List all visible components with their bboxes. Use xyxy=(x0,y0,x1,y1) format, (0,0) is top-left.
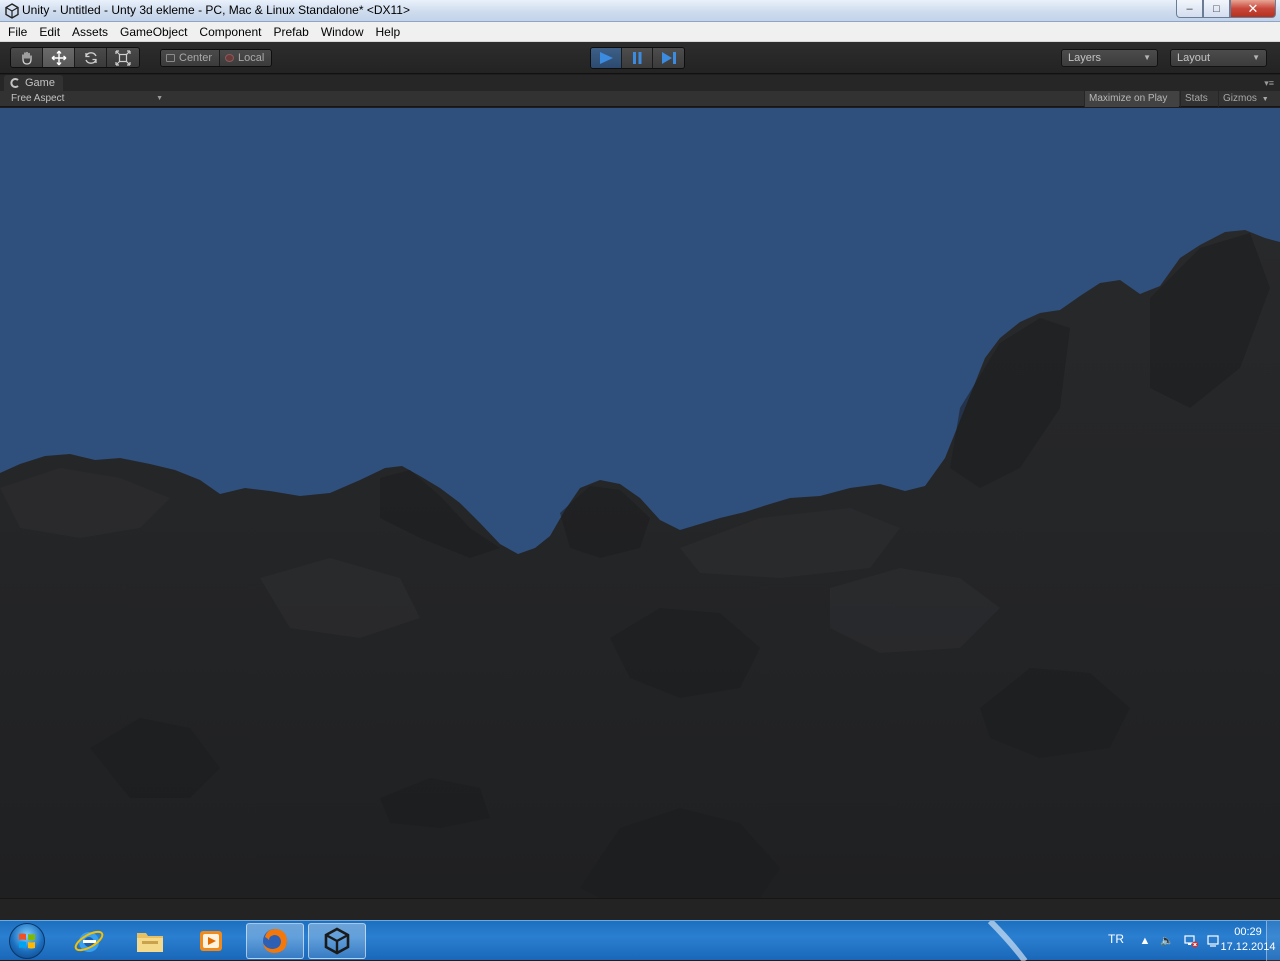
stats-toggle[interactable]: Stats xyxy=(1180,91,1217,107)
scale-icon xyxy=(115,49,131,66)
network-icon[interactable] xyxy=(1184,934,1198,948)
playmode-controls xyxy=(590,47,685,69)
transform-tools xyxy=(10,47,140,68)
step-button[interactable] xyxy=(653,48,684,68)
gizmos-dropdown[interactable]: Gizmos ▼ xyxy=(1218,91,1280,107)
menu-gameobject[interactable]: GameObject xyxy=(114,22,193,42)
aspect-dropdown[interactable]: Free Aspect ▼ xyxy=(8,91,165,107)
maximize-on-play-toggle[interactable]: Maximize on Play xyxy=(1084,91,1179,107)
space-local-toggle[interactable]: Local xyxy=(220,50,272,66)
taskbar-unity[interactable] xyxy=(308,923,366,959)
window-titlebar[interactable]: Unity - Untitled - Unty 3d ekleme - PC, … xyxy=(0,0,1280,22)
menu-help[interactable]: Help xyxy=(370,22,407,42)
main-toolbar: Center Local Layers ▼ Layout ▼ xyxy=(0,42,1280,74)
space-label: Local xyxy=(238,52,265,64)
pivot-icon xyxy=(166,54,175,62)
show-desktop-button[interactable] xyxy=(1266,921,1280,961)
menu-bar: File Edit Assets GameObject Component Pr… xyxy=(0,22,1280,42)
hand-icon xyxy=(21,51,32,65)
taskbar-internet-explorer[interactable] xyxy=(60,923,118,959)
windows-logo-icon xyxy=(19,933,35,949)
game-controller-icon xyxy=(10,78,19,88)
taskbar-media-player[interactable] xyxy=(182,923,240,959)
hand-tool-button[interactable] xyxy=(11,48,43,67)
chevron-down-icon: ▼ xyxy=(156,95,163,102)
tab-game-label: Game xyxy=(25,77,55,89)
local-space-icon xyxy=(225,54,235,62)
game-view-viewport[interactable] xyxy=(0,108,1280,898)
windows-taskbar: TR ▲ 🔈 00:29 17.12.2014 xyxy=(0,920,1280,961)
pause-button[interactable] xyxy=(622,48,653,68)
unity-icon xyxy=(324,927,350,955)
scale-tool-button[interactable] xyxy=(107,48,139,67)
move-tool-button[interactable] xyxy=(43,48,75,67)
close-button[interactable]: ✕ xyxy=(1230,0,1276,18)
menu-file[interactable]: File xyxy=(2,22,33,42)
menu-assets[interactable]: Assets xyxy=(66,22,114,42)
menu-component[interactable]: Component xyxy=(193,22,267,42)
gizmos-label: Gizmos xyxy=(1223,93,1257,104)
system-tray: TR ▲ 🔈 00:29 17.12.2014 xyxy=(987,921,1280,961)
firefox-icon xyxy=(263,929,287,953)
unity-app-icon xyxy=(5,3,19,19)
play-icon xyxy=(600,52,613,64)
start-button[interactable] xyxy=(4,922,50,960)
chevron-down-icon: ▼ xyxy=(1261,96,1269,103)
move-icon xyxy=(51,50,66,65)
pause-icon xyxy=(633,52,642,64)
tab-game[interactable]: Game xyxy=(4,75,63,91)
pivot-controls: Center Local xyxy=(160,49,273,67)
taskbar-file-explorer[interactable] xyxy=(121,923,179,959)
layers-dropdown[interactable]: Layers ▼ xyxy=(1061,49,1158,67)
language-indicator[interactable]: TR xyxy=(1108,932,1124,946)
internet-explorer-icon xyxy=(74,930,104,952)
show-hidden-icons-icon[interactable]: ▲ xyxy=(1138,934,1152,948)
window-title: Unity - Untitled - Unty 3d ekleme - PC, … xyxy=(22,3,410,17)
file-explorer-icon xyxy=(137,933,163,952)
panel-menu-icon[interactable]: ▾≡ xyxy=(1264,78,1274,89)
chevron-down-icon: ▼ xyxy=(1252,53,1260,62)
media-player-icon xyxy=(200,931,222,951)
minimize-button[interactable]: – xyxy=(1176,0,1203,18)
panel-tab-bar: Game ▾≡ xyxy=(0,75,1280,91)
layout-label: Layout xyxy=(1177,52,1211,64)
taskbar-firefox[interactable] xyxy=(246,923,304,959)
play-button[interactable] xyxy=(591,48,622,68)
window-controls: – □ ✕ xyxy=(1176,0,1276,19)
terrain-scene xyxy=(0,108,1280,898)
chevron-down-icon: ▼ xyxy=(1143,53,1151,62)
start-orb xyxy=(9,923,45,959)
status-strip xyxy=(0,898,1280,920)
game-view-toolbar: Free Aspect ▼ Maximize on Play Stats Giz… xyxy=(0,91,1280,107)
aspect-label: Free Aspect xyxy=(11,93,65,104)
menu-edit[interactable]: Edit xyxy=(33,22,66,42)
menu-window[interactable]: Window xyxy=(315,22,370,42)
rotate-icon xyxy=(84,51,97,64)
maximize-button[interactable]: □ xyxy=(1203,0,1230,18)
pivot-center-toggle[interactable]: Center xyxy=(161,50,221,66)
menu-prefab[interactable]: Prefab xyxy=(267,22,314,42)
rotate-tool-button[interactable] xyxy=(75,48,107,67)
pivot-label: Center xyxy=(179,52,213,64)
layers-label: Layers xyxy=(1068,52,1102,64)
layout-dropdown[interactable]: Layout ▼ xyxy=(1170,49,1267,67)
tray-highlight xyxy=(987,921,1028,961)
volume-icon[interactable]: 🔈 xyxy=(1160,934,1174,948)
step-icon xyxy=(661,52,676,64)
network-disconnected-icon xyxy=(1184,935,1198,948)
